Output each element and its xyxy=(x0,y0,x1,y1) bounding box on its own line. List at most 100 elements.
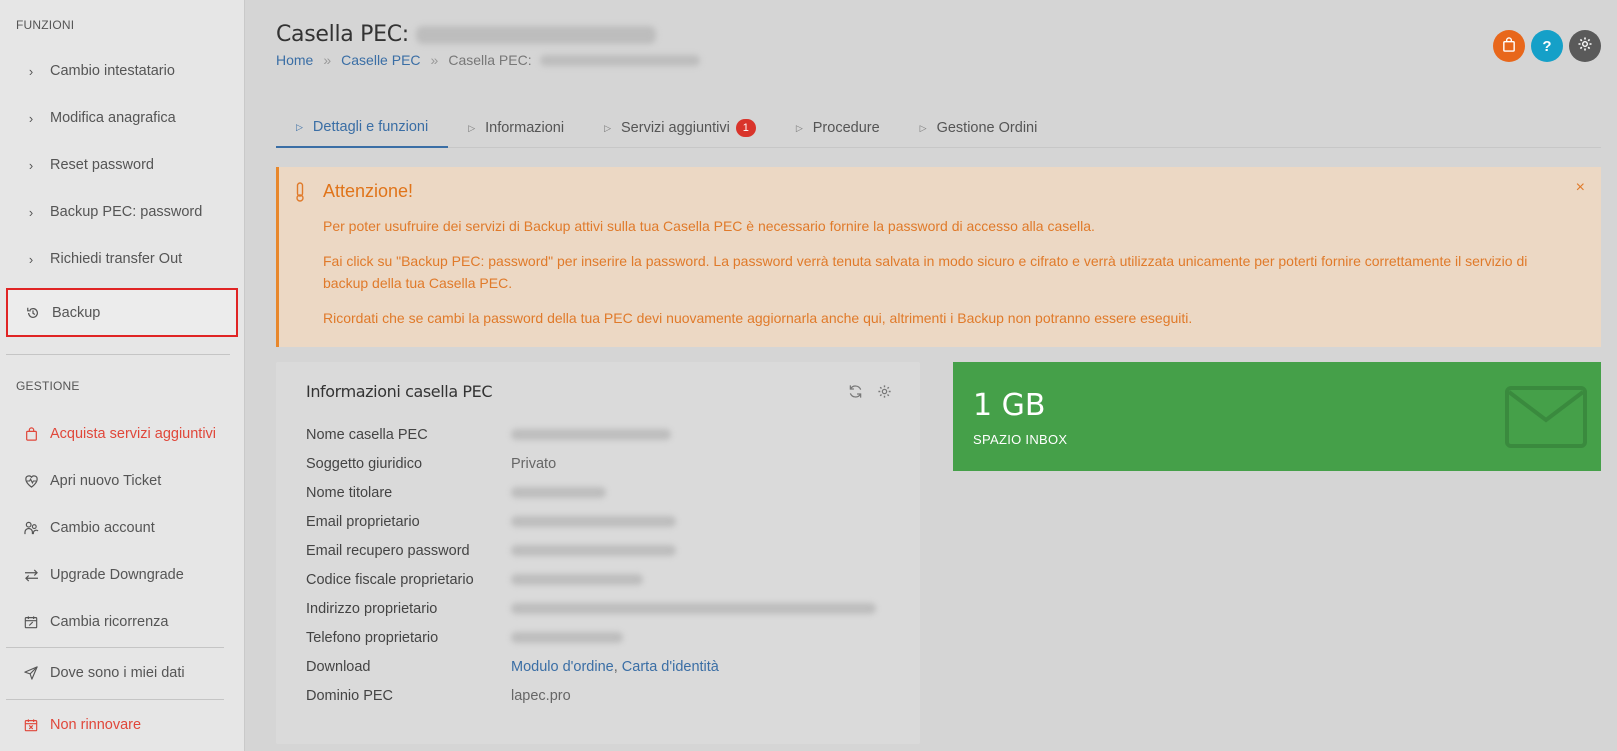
refresh-icon[interactable] xyxy=(848,384,863,403)
sidebar-item-label: Reset password xyxy=(50,157,154,173)
carta-identita-link[interactable]: Carta d'identità xyxy=(622,659,719,675)
notification-badge: 1 xyxy=(735,119,756,137)
info-label: Download xyxy=(306,658,371,675)
tab-label: Procedure xyxy=(812,120,880,136)
history-icon xyxy=(22,306,44,320)
redacted-value xyxy=(511,516,676,527)
inbox-space-widget: 1 GB SPAZIO INBOX xyxy=(953,362,1601,471)
help-button[interactable]: ? xyxy=(1531,30,1563,62)
sidebar-item-label: Backup xyxy=(52,304,101,321)
chevron-right-icon: › xyxy=(28,63,34,79)
sidebar-item-dove-sono-dati[interactable]: Dove sono i miei dati xyxy=(6,653,238,693)
info-row-codice-fiscale: Codice fiscale proprietario xyxy=(306,565,643,594)
swap-arrows-icon xyxy=(20,569,42,582)
gear-icon[interactable] xyxy=(877,384,892,403)
info-row-dominio-pec: Dominio PEC lapec.pro xyxy=(306,681,571,710)
tab-informazioni[interactable]: ▷ Informazioni xyxy=(448,108,584,148)
sidebar-divider xyxy=(6,647,224,648)
chevron-right-icon: › xyxy=(28,204,34,220)
sidebar-item-label: Acquista servizi aggiuntivi xyxy=(50,426,217,442)
tab-dettagli-funzioni[interactable]: ▷ Dettagli e funzioni xyxy=(276,108,449,148)
redacted-value xyxy=(511,574,643,585)
info-value: Modulo d'ordine, Carta d'identità xyxy=(511,659,719,675)
sidebar: FUNZIONI › Cambio intestatario › Modific… xyxy=(0,0,245,751)
tab-servizi-aggiuntivi[interactable]: ▷ Servizi aggiuntivi 1 xyxy=(584,108,776,148)
sidebar-item-acquista-servizi[interactable]: Acquista servizi aggiuntivi xyxy=(6,414,238,454)
link-separator: , xyxy=(613,658,618,675)
cart-button[interactable] xyxy=(1493,30,1525,62)
info-row-telefono: Telefono proprietario xyxy=(306,623,623,652)
info-row-email-recupero: Email recupero password xyxy=(306,536,676,565)
redacted-value xyxy=(511,429,671,440)
tab-bar: ▷ Dettagli e funzioni ▷ Informazioni ▷ S… xyxy=(276,108,1601,148)
redacted-value xyxy=(511,632,623,643)
tab-label: Servizi aggiuntivi xyxy=(621,120,730,136)
info-label: Email proprietario xyxy=(306,513,420,530)
sidebar-item-modifica-anagrafica[interactable]: › Modifica anagrafica xyxy=(6,98,238,138)
breadcrumb-separator: » xyxy=(430,52,439,68)
triangle-right-icon: ▷ xyxy=(296,121,303,132)
send-icon xyxy=(20,666,42,680)
alert-paragraph: Ricordati che se cambi la password della… xyxy=(323,310,1193,326)
sidebar-item-richiedi-transfer-out[interactable]: › Richiedi transfer Out xyxy=(6,239,238,279)
info-value: lapec.pro xyxy=(511,687,571,704)
gear-icon xyxy=(1577,36,1593,56)
info-label: Telefono proprietario xyxy=(306,629,439,646)
info-label: Indirizzo proprietario xyxy=(306,600,438,617)
info-label: Email recupero password xyxy=(306,542,470,559)
calendar-edit-icon xyxy=(20,615,42,629)
sidebar-item-cambio-intestatario[interactable]: › Cambio intestatario xyxy=(6,51,238,91)
breadcrumb-home-link[interactable]: Home xyxy=(276,52,313,68)
sidebar-item-upgrade-downgrade[interactable]: Upgrade Downgrade xyxy=(6,555,238,595)
sidebar-item-cambio-account[interactable]: Cambio account xyxy=(6,508,238,548)
info-row-nome-casella: Nome casella PEC xyxy=(306,420,671,449)
info-value: Privato xyxy=(511,455,557,472)
info-label: Dominio PEC xyxy=(306,687,394,704)
sidebar-item-backup[interactable]: Backup xyxy=(6,288,238,337)
inbox-size: 1 GB xyxy=(973,388,1046,423)
heart-pulse-icon xyxy=(20,474,42,488)
sidebar-item-cambia-ricorrenza[interactable]: Cambia ricorrenza xyxy=(6,602,238,642)
info-label: Nome titolare xyxy=(306,484,393,501)
sidebar-item-backup-pec-password[interactable]: › Backup PEC: password xyxy=(6,192,238,232)
sidebar-item-label: Upgrade Downgrade xyxy=(50,567,184,583)
sidebar-divider xyxy=(6,354,230,355)
redacted-value xyxy=(511,487,606,498)
sidebar-divider xyxy=(6,699,224,700)
close-icon[interactable]: × xyxy=(1576,179,1585,197)
main-content: Casella PEC: Home » Caselle PEC » Casell… xyxy=(246,0,1617,751)
question-icon: ? xyxy=(1542,37,1552,55)
tab-gestione-ordini[interactable]: ▷ Gestione Ordini xyxy=(900,108,1058,148)
sidebar-item-label: Backup PEC: password xyxy=(50,204,203,220)
shopping-bag-icon xyxy=(1502,36,1516,56)
alert-title: Attenzione! xyxy=(323,181,414,201)
redacted-pec-address xyxy=(539,54,700,66)
settings-button[interactable] xyxy=(1569,30,1601,62)
triangle-right-icon: ▷ xyxy=(604,122,612,133)
triangle-right-icon: ▷ xyxy=(919,122,927,133)
alert-paragraph: Per poter usufruire dei servizi di Backu… xyxy=(323,218,1095,234)
tab-label: Gestione Ordini xyxy=(936,120,1038,136)
inbox-label: SPAZIO INBOX xyxy=(973,432,1068,447)
tab-label: Informazioni xyxy=(485,120,565,136)
sidebar-item-label: Cambio account xyxy=(50,520,155,536)
page-title-prefix: Casella PEC: xyxy=(276,22,409,47)
sidebar-item-label: Richiedi transfer Out xyxy=(50,251,183,267)
sidebar-item-label: Modifica anagrafica xyxy=(50,110,176,126)
card-title: Informazioni casella PEC xyxy=(306,382,493,401)
shopping-bag-icon xyxy=(20,427,42,441)
info-row-download: Download Modulo d'ordine, Carta d'identi… xyxy=(306,652,719,681)
sidebar-item-reset-password[interactable]: › Reset password xyxy=(6,145,238,185)
section-title-gestione: GESTIONE xyxy=(16,379,80,393)
sidebar-item-non-rinnovare[interactable]: Non rinnovare xyxy=(6,705,238,745)
modulo-ordine-link[interactable]: Modulo d'ordine xyxy=(511,659,614,675)
info-row-soggetto-giuridico: Soggetto giuridico Privato xyxy=(306,449,556,478)
calendar-x-icon xyxy=(20,718,42,732)
sidebar-item-label: Dove sono i miei dati xyxy=(50,665,185,681)
redacted-value xyxy=(511,545,676,556)
tab-procedure[interactable]: ▷ Procedure xyxy=(776,108,900,148)
thermometer-icon xyxy=(295,182,305,207)
sidebar-item-apri-ticket[interactable]: Apri nuovo Ticket xyxy=(6,461,238,501)
header-actions: ? xyxy=(1493,30,1601,62)
breadcrumb-caselle-link[interactable]: Caselle PEC xyxy=(341,52,420,68)
